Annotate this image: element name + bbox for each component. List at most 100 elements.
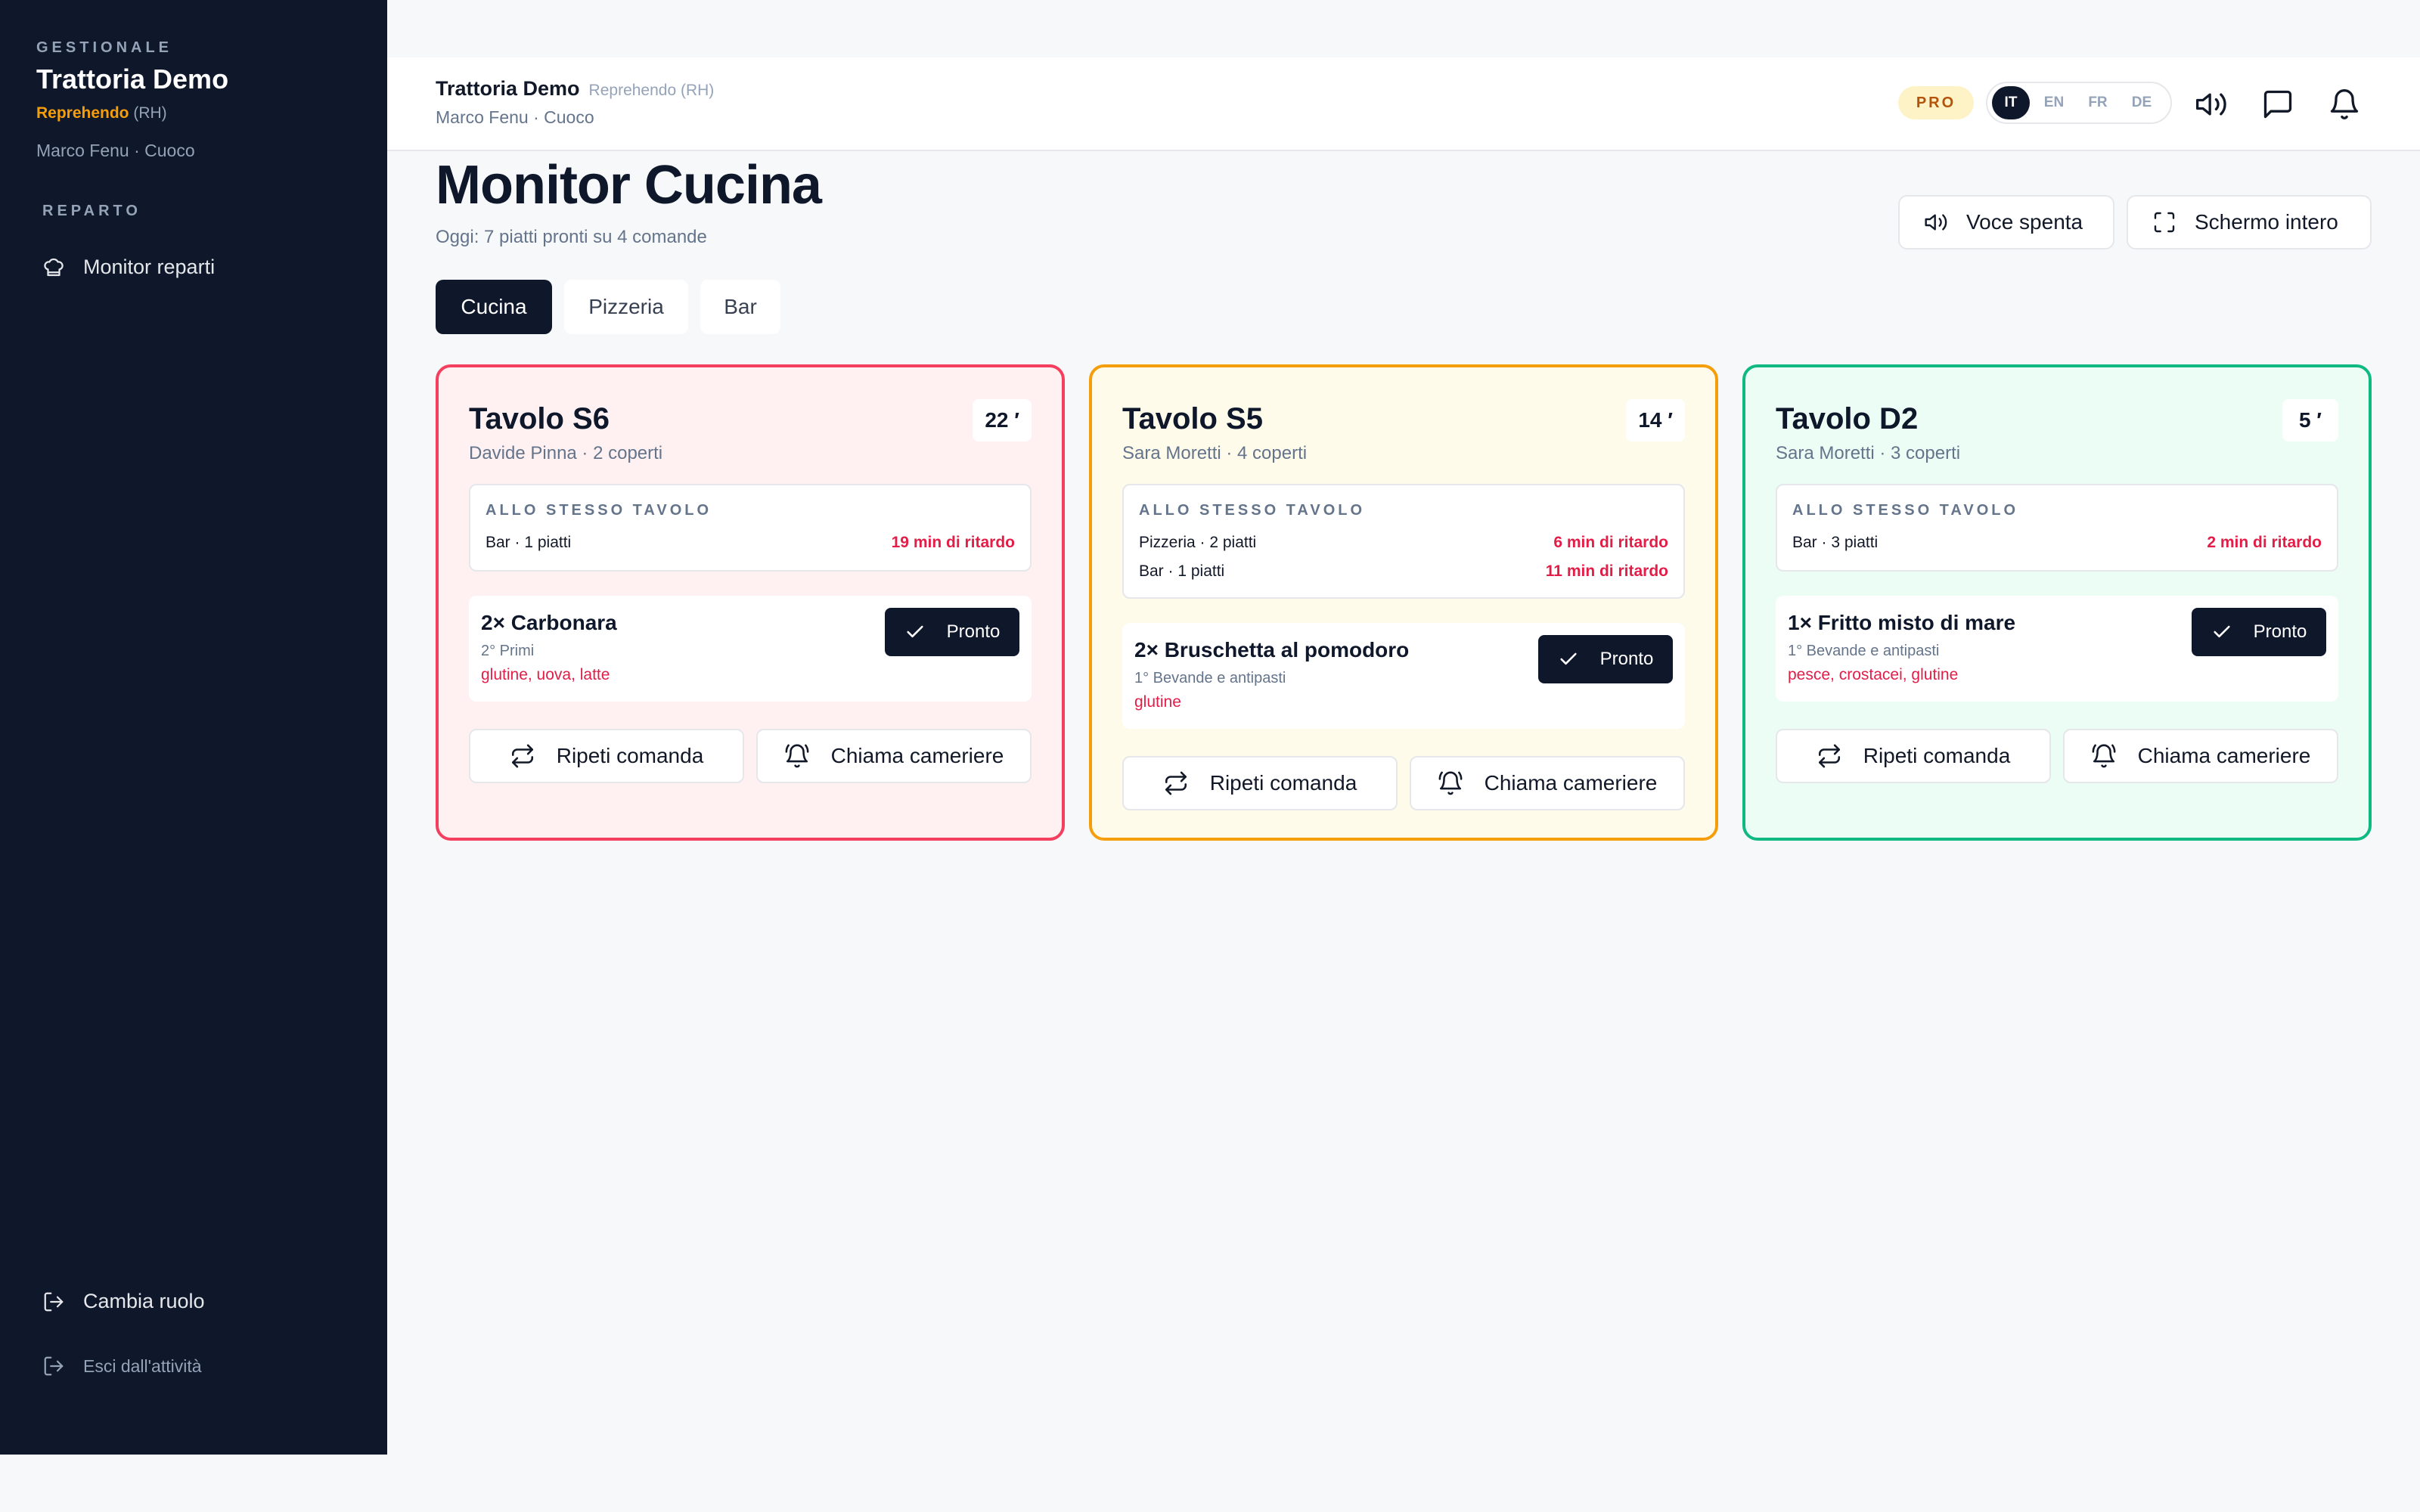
logout-icon — [44, 1292, 64, 1311]
bell-ring-icon — [785, 744, 809, 768]
header-subtitle: Reprehendo (RH) — [588, 82, 715, 99]
lang-en[interactable]: EN — [2034, 86, 2074, 119]
page-subtitle: Oggi: 7 piatti pronti su 4 comande — [436, 227, 707, 247]
page-title: Monitor Cucina — [436, 155, 822, 215]
sidebar-section-label: REPARTO — [42, 203, 141, 219]
call-waiter-button[interactable]: Chiama cameriere — [1410, 756, 1685, 810]
sidebar-brand: Reprehendo (RH) — [36, 104, 167, 122]
elapsed-timer: 22 ′ — [973, 399, 1032, 442]
logout-label: Esci dall'attività — [83, 1356, 202, 1376]
elapsed-timer: 5 ′ — [2282, 399, 2338, 442]
ready-button[interactable]: Pronto — [2192, 608, 2326, 656]
same-table-box: ALLO STESSO TAVOLO Pizzeria · 2 piatti 6… — [1122, 484, 1685, 599]
dish-allergens: pesce, crostacei, glutine — [1788, 666, 1959, 683]
exit-icon — [44, 1356, 64, 1376]
tab-pizzeria[interactable]: Pizzeria — [564, 280, 688, 334]
tab-cucina[interactable]: Cucina — [436, 280, 552, 334]
dish-item: 2× Bruschetta al pomodoro 1° Bevande e a… — [1122, 623, 1685, 729]
repeat-order-label: Ripeti comanda — [1209, 771, 1357, 795]
sidebar-item-monitor-reparti[interactable]: Monitor reparti — [42, 256, 215, 279]
delay-text: 19 min di ritardo — [891, 534, 1015, 551]
same-table-label: ALLO STESSO TAVOLO — [486, 502, 712, 519]
same-table-box: ALLO STESSO TAVOLO Bar · 3 piatti 2 min … — [1776, 484, 2338, 572]
bell-icon — [2330, 89, 2359, 119]
ready-label: Pronto — [2253, 621, 2307, 642]
tab-bar[interactable]: Bar — [700, 280, 780, 334]
table-title: Tavolo S5 — [1122, 402, 1263, 435]
switch-role-label: Cambia ruolo — [83, 1290, 205, 1312]
volume-icon — [2196, 93, 2226, 116]
call-waiter-label: Chiama cameriere — [830, 744, 1004, 767]
elapsed-timer: 14 ′ — [1626, 399, 1685, 442]
volume-icon — [1925, 214, 1947, 231]
bell-ring-icon — [1438, 771, 1463, 795]
chef-hat-icon — [44, 258, 64, 276]
messages-button[interactable] — [2261, 88, 2294, 121]
language-switcher: IT EN FR DE — [1986, 82, 2172, 124]
chat-icon — [2263, 90, 2292, 119]
top-header: Trattoria Demo Reprehendo (RH) Marco Fenu… — [387, 57, 2420, 151]
header-title-text: Trattoria Demo — [436, 77, 580, 100]
dish-item: 2× Carbonara 2° Primi glutine, uova, lat… — [469, 596, 1032, 702]
check-icon — [2214, 625, 2230, 638]
delay-text: 11 min di ritardo — [1545, 562, 1668, 580]
check-icon — [907, 625, 923, 638]
ready-button[interactable]: Pronto — [885, 608, 1019, 656]
call-waiter-label: Chiama cameriere — [2137, 744, 2311, 767]
call-waiter-button[interactable]: Chiama cameriere — [2063, 729, 2338, 783]
same-table-label: ALLO STESSO TAVOLO — [1139, 502, 1366, 519]
volume-button[interactable] — [2195, 88, 2228, 121]
dish-allergens: glutine, uova, latte — [481, 666, 610, 683]
sidebar-app-title: Trattoria Demo — [36, 64, 229, 94]
sidebar-item-label: Monitor reparti — [83, 256, 216, 278]
lang-de[interactable]: DE — [2122, 86, 2161, 119]
fullscreen-button[interactable]: Schermo intero — [2127, 195, 2372, 249]
table-waiter-covers: Davide Pinna · 2 coperti — [469, 443, 663, 463]
voice-toggle-label: Voce spenta — [1966, 210, 2083, 234]
ready-label: Pronto — [946, 621, 1001, 642]
order-card: Tavolo S6 Davide Pinna · 2 coperti 22 ′ … — [436, 364, 1065, 841]
same-table-box: ALLO STESSO TAVOLO Bar · 1 piatti 19 min… — [469, 484, 1032, 572]
repeat-order-button[interactable]: Ripeti comanda — [1122, 756, 1398, 810]
repeat-order-label: Ripeti comanda — [1863, 744, 2011, 767]
sidebar-brand-name: Reprehendo — [36, 104, 129, 122]
station-count: Bar · 3 piatti — [1792, 534, 1879, 551]
header-user: Marco Fenu · Cuoco — [436, 107, 594, 127]
repeat-order-button[interactable]: Ripeti comanda — [469, 729, 744, 783]
dish-item: 1× Fritto misto di mare 1° Bevande e ant… — [1776, 596, 2338, 702]
same-table-row: Pizzeria · 2 piatti 6 min di ritardo — [1139, 528, 1668, 557]
same-table-row: Bar · 1 piatti 11 min di ritardo — [1139, 557, 1668, 586]
notifications-button[interactable] — [2328, 88, 2361, 121]
same-table-label: ALLO STESSO TAVOLO — [1792, 502, 2019, 519]
sidebar-brand-code: (RH) — [133, 104, 167, 122]
table-waiter-covers: Sara Moretti · 4 coperti — [1122, 443, 1308, 463]
order-card: Tavolo S5 Sara Moretti · 4 coperti 14 ′ … — [1089, 364, 1718, 841]
repeat-icon — [511, 744, 533, 768]
station-count: Pizzeria · 2 piatti — [1139, 534, 1257, 551]
table-title: Tavolo S6 — [469, 402, 610, 435]
repeat-icon — [1165, 771, 1187, 795]
switch-role-button[interactable]: Cambia ruolo — [42, 1290, 205, 1313]
lang-fr[interactable]: FR — [2078, 86, 2118, 119]
lang-it[interactable]: IT — [1992, 86, 2030, 119]
call-waiter-label: Chiama cameriere — [1484, 771, 1658, 795]
station-count: Bar · 1 piatti — [486, 534, 572, 551]
repeat-order-button[interactable]: Ripeti comanda — [1776, 729, 2051, 783]
bell-ring-icon — [2092, 744, 2116, 768]
order-card: Tavolo D2 Sara Moretti · 3 coperti 5 ′ A… — [1742, 364, 2372, 841]
station-count: Bar · 1 piatti — [1139, 562, 1225, 580]
sidebar: GESTIONALE Trattoria Demo Reprehendo (RH… — [0, 0, 387, 1455]
table-title: Tavolo D2 — [1776, 402, 1919, 435]
ready-label: Pronto — [1599, 649, 1654, 669]
check-icon — [1560, 652, 1577, 665]
ready-button[interactable]: Pronto — [1538, 635, 1673, 683]
repeat-icon — [1818, 744, 1840, 768]
call-waiter-button[interactable]: Chiama cameriere — [756, 729, 1032, 783]
fullscreen-label: Schermo intero — [2195, 210, 2338, 234]
delay-text: 6 min di ritardo — [1553, 534, 1668, 551]
table-waiter-covers: Sara Moretti · 3 coperti — [1776, 443, 1961, 463]
logout-button[interactable]: Esci dall'attività — [42, 1355, 202, 1377]
delay-text: 2 min di ritardo — [2207, 534, 2322, 551]
same-table-row: Bar · 1 piatti 19 min di ritardo — [486, 528, 1015, 557]
voice-toggle-button[interactable]: Voce spenta — [1898, 195, 2114, 249]
